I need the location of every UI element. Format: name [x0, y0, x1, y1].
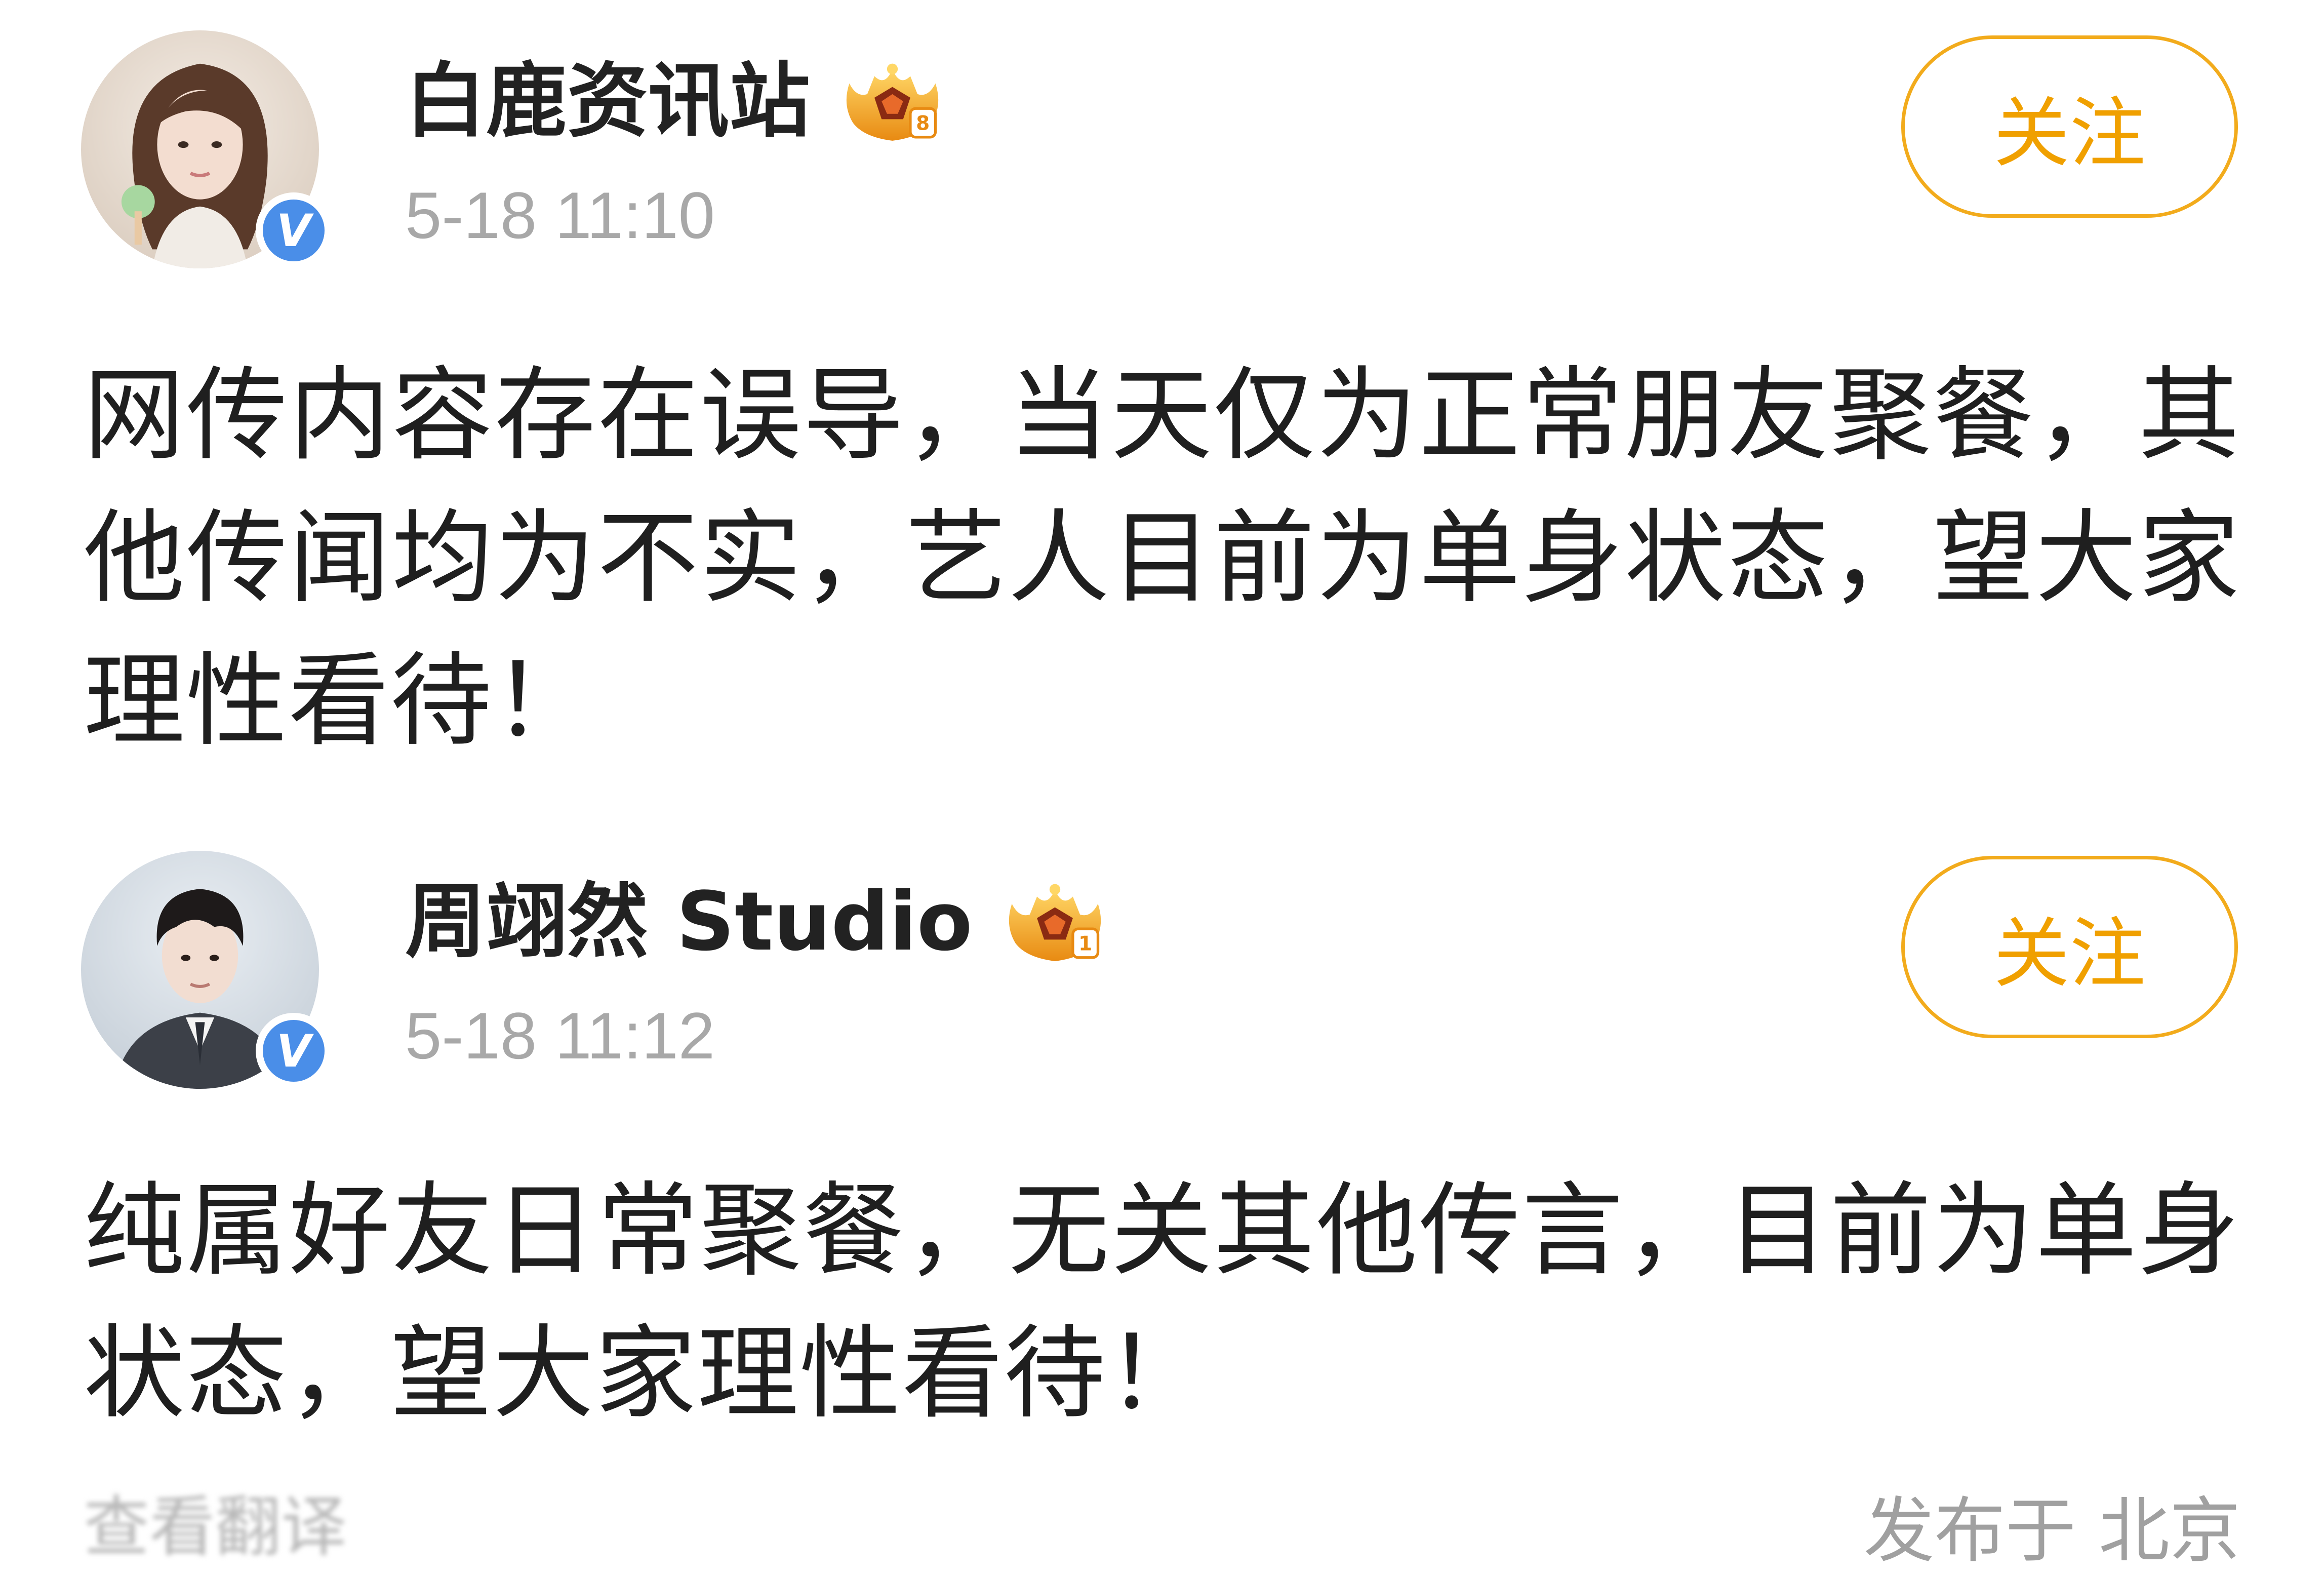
username-text[interactable]: 周翊然 Studio — [405, 871, 973, 972]
verified-badge-icon: V — [256, 192, 332, 268]
crown-level-number: 8 — [916, 112, 930, 135]
crown-level-icon: 8 — [838, 58, 947, 144]
weibo-post-2: V 周翊然 Studio 1 5-18 11:12 关注 纯属好友日常聚餐，无关… — [0, 820, 2324, 1572]
weibo-post-1: V 白鹿资讯站 8 5-18 11:10 关注 网传内容存在误导，当天仅为正常朋… — [0, 0, 2324, 790]
post-location: 发布于 北京 — [1863, 1490, 2240, 1572]
post-text: 网传内容存在误导，当天仅为正常朋友聚餐，其他传闻均为不实，艺人目前为单身状态，望… — [84, 357, 2240, 760]
username-text[interactable]: 白鹿资讯站 — [405, 51, 810, 152]
post-timestamp: 5-18 11:12 — [405, 999, 715, 1073]
post-timestamp: 5-18 11:10 — [405, 178, 715, 252]
username[interactable]: 周翊然 Studio 1 — [405, 871, 1109, 972]
follow-button[interactable]: 关注 — [1901, 856, 2238, 1038]
verified-badge-icon: V — [256, 1013, 332, 1089]
follow-button[interactable]: 关注 — [1901, 35, 2238, 218]
post-text: 纯属好友日常聚餐，无关其他传言，目前为单身状态，望大家理性看待！ — [84, 1172, 2240, 1433]
crown-level-number: 1 — [1078, 933, 1092, 956]
crown-level-icon: 1 — [1000, 879, 1109, 965]
translate-link[interactable]: 查看翻译 — [84, 1474, 347, 1569]
username[interactable]: 白鹿资讯站 8 — [405, 51, 947, 152]
post-footer: 查看翻译 发布于 北京 — [0, 1474, 2324, 1572]
